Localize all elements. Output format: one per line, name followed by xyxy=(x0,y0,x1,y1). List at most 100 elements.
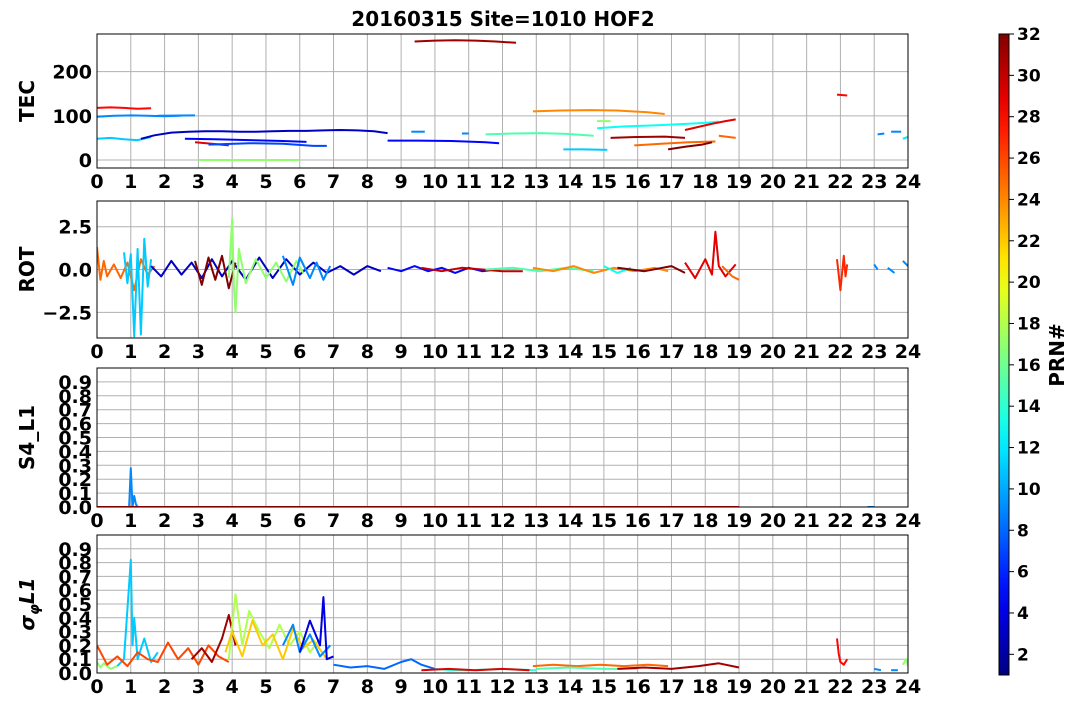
x-tick-label: 19 xyxy=(726,676,752,698)
x-tick-label: 5 xyxy=(259,676,272,698)
x-tick-label: 13 xyxy=(523,171,549,193)
colorbar-tick-label: 16 xyxy=(1017,356,1041,376)
x-tick-label: 5 xyxy=(259,341,272,363)
x-tick-label: 4 xyxy=(226,341,239,363)
x-tick-label: 17 xyxy=(658,676,684,698)
x-tick-label: 3 xyxy=(192,171,205,193)
x-tick-label: 1 xyxy=(124,341,137,363)
y-tick-label: 100 xyxy=(52,106,92,128)
y-axis-label: ROT xyxy=(15,246,39,292)
x-tick-label: 10 xyxy=(422,341,448,363)
x-tick-label: 0 xyxy=(90,341,103,363)
x-tick-label: 18 xyxy=(692,510,718,532)
figure-svg: 20160315 Site=1010 HOF2 0 1 2 3 4 5 6 7 8 9 10 11 12… xyxy=(15,7,1069,698)
x-tick-label: 14 xyxy=(557,341,583,363)
x-tick-label: 11 xyxy=(455,676,481,698)
colorbar-tick-label: 4 xyxy=(1017,604,1029,624)
x-tick-label: 0 xyxy=(90,510,103,532)
x-tick-label: 5 xyxy=(259,171,272,193)
colorbar-tick-label: 24 xyxy=(1017,190,1041,210)
panel-s4: 0 1 2 3 4 5 6 7 8 9 10 11 12 13 14 15 16 17 18 19 20 21 22 23 24… xyxy=(15,367,921,532)
y-tick-label: −2.5 xyxy=(42,302,92,324)
x-tick-label: 0 xyxy=(90,171,103,193)
x-tick-label: 20 xyxy=(760,676,786,698)
x-tick-label: 16 xyxy=(624,676,650,698)
x-tick-label: 18 xyxy=(692,171,718,193)
y-axis-label: TEC xyxy=(15,80,39,122)
x-tick-label: 20 xyxy=(760,510,786,532)
x-tick-label: 6 xyxy=(293,676,306,698)
colorbar-label: PRN# xyxy=(1045,323,1069,387)
x-tick-label: 11 xyxy=(455,510,481,532)
chart-title: 20160315 Site=1010 HOF2 xyxy=(351,7,654,31)
x-tick-label: 12 xyxy=(489,171,515,193)
x-tick-label: 15 xyxy=(591,341,617,363)
y-tick-label: 0 xyxy=(79,150,92,172)
y-tick-label: 2.5 xyxy=(58,217,92,239)
x-tick-label: 24 xyxy=(895,171,921,193)
x-tick-label: 19 xyxy=(726,510,752,532)
x-tick-label: 23 xyxy=(861,341,887,363)
x-tick-label: 1 xyxy=(124,676,137,698)
x-tick-label: 15 xyxy=(591,171,617,193)
x-tick-label: 8 xyxy=(361,171,374,193)
y-tick-label: 200 xyxy=(52,62,92,84)
x-tick-label: 23 xyxy=(861,510,887,532)
x-tick-label: 17 xyxy=(658,510,684,532)
x-tick-label: 22 xyxy=(827,171,853,193)
series-line-prn-9 xyxy=(874,667,882,672)
x-tick-label: 8 xyxy=(361,676,374,698)
series-line-prn-11 xyxy=(563,148,608,151)
x-tick-label: 9 xyxy=(395,510,408,532)
x-tick-label: 6 xyxy=(293,510,306,532)
x-tick-label: 24 xyxy=(895,341,921,363)
x-tick-label: 6 xyxy=(293,171,306,193)
y-axis-label: σφL1 xyxy=(15,577,43,630)
x-tick-label: 14 xyxy=(557,171,583,193)
y-tick-label: 0.9 xyxy=(58,539,92,561)
x-tick-label: 24 xyxy=(895,510,921,532)
panel-tec: 0 1 2 3 4 5 6 7 8 9 10 11 12 13 14 15 16 17 18 19 20 21 22 23 24… xyxy=(15,33,921,193)
x-tick-label: 21 xyxy=(793,341,819,363)
panel-rot: 0 1 2 3 4 5 6 7 8 9 10 11 12 13 14 15 16 17 18 19 20 21 22 23 24… xyxy=(15,200,921,363)
x-tick-label: 15 xyxy=(591,510,617,532)
x-tick-label: 12 xyxy=(489,341,515,363)
x-tick-label: 16 xyxy=(624,341,650,363)
panels: 0 1 2 3 4 5 6 7 8 9 10 11 12 13 14 15 16 17 18 19 20 21 22 23 24… xyxy=(15,33,921,698)
x-tick-label: 2 xyxy=(158,510,171,532)
x-tick-label: 20 xyxy=(760,171,786,193)
x-tick-label: 4 xyxy=(226,510,239,532)
x-tick-label: 13 xyxy=(523,341,549,363)
x-tick-label: 22 xyxy=(827,676,853,698)
x-tick-label: 6 xyxy=(293,341,306,363)
series-line-prn-9 xyxy=(877,132,885,136)
x-tick-label: 2 xyxy=(158,171,171,193)
colorbar-tick-label: 26 xyxy=(1017,149,1041,169)
x-tick-label: 10 xyxy=(422,171,448,193)
figure: 20160315 Site=1010 HOF2 0 1 2 3 4 5 6 7 8 9 10 11 12… xyxy=(0,0,1077,709)
colorbar-tick-label: 2 xyxy=(1017,645,1029,665)
x-tick-label: 3 xyxy=(192,341,205,363)
x-tick-label: 23 xyxy=(861,676,887,698)
x-tick-label: 21 xyxy=(793,171,819,193)
x-tick-label: 22 xyxy=(827,510,853,532)
x-tick-label: 17 xyxy=(658,341,684,363)
x-tick-label: 24 xyxy=(895,676,921,698)
x-tick-label: 4 xyxy=(226,676,239,698)
series-line-prn-28 xyxy=(97,106,152,110)
x-tick-label: 7 xyxy=(327,171,340,193)
x-tick-label: 11 xyxy=(455,171,481,193)
x-tick-label: 9 xyxy=(395,676,408,698)
colorbar-tick-label: 32 xyxy=(1017,25,1041,45)
colorbar-tick-label: 20 xyxy=(1017,273,1041,293)
x-tick-label: 8 xyxy=(361,510,374,532)
x-tick-label: 16 xyxy=(624,510,650,532)
y-tick-label: 0.9 xyxy=(58,372,92,394)
colorbar-ticks: 2468101214161820222426283032 xyxy=(1009,25,1041,665)
colorbar-tick-label: 14 xyxy=(1017,397,1041,417)
x-tick-label: 21 xyxy=(793,510,819,532)
x-tick-label: 14 xyxy=(557,676,583,698)
colorbar: 2468101214161820222426283032 PRN# xyxy=(998,25,1069,676)
x-tick-label: 21 xyxy=(793,676,819,698)
colorbar-gradient xyxy=(998,33,1010,676)
